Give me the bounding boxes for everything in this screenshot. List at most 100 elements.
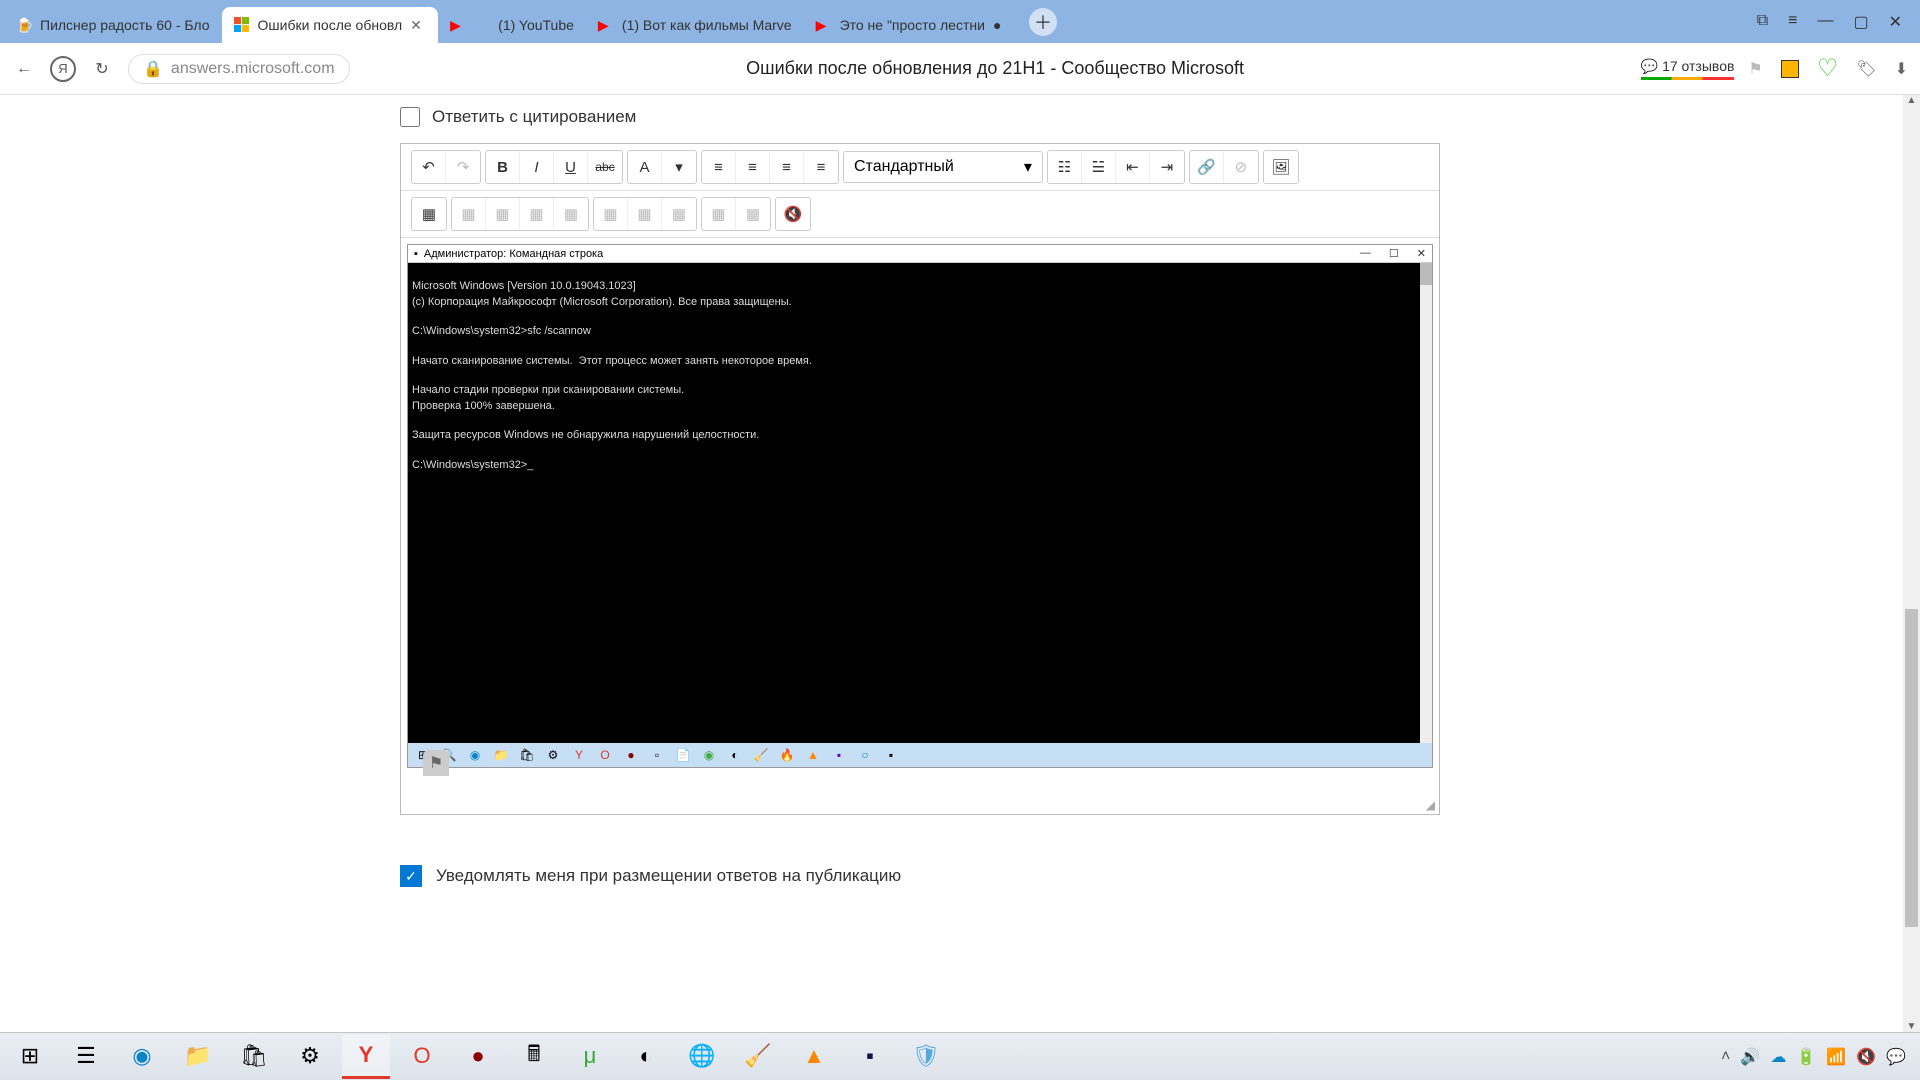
dark-app[interactable]: ▪ [846,1035,894,1079]
tab-2[interactable]: ▶ [438,7,486,43]
youtube-icon: ▶ [598,17,614,33]
strikethrough-button[interactable]: abc [588,151,622,183]
table-op-7-button[interactable]: ▦ [662,198,696,230]
task-view-button[interactable]: ☰ [62,1035,110,1079]
settings-app[interactable]: ⚙ [286,1035,334,1079]
editor-resize-handle[interactable]: ◢ [401,798,1439,814]
tab-5[interactable]: ▶ Это не "просто лестни ● [804,7,1021,43]
table-op-3-button[interactable]: ▦ [520,198,554,230]
store-app[interactable]: 🛍 [230,1035,278,1079]
link-button[interactable]: 🔗 [1190,151,1224,183]
back-button[interactable]: ← [12,57,36,81]
start-button[interactable]: ⊞ [6,1035,54,1079]
scrollbar-thumb[interactable] [1905,609,1918,927]
unlink-button[interactable]: ⊘ [1224,151,1258,183]
battery-icon[interactable]: 🔋 [1796,1047,1816,1067]
shield-app[interactable]: 🛡 [902,1035,950,1079]
cmd-scrollbar [1420,263,1432,743]
new-tab-button[interactable]: ＋ [1029,8,1057,36]
explorer-app[interactable]: 📁 [174,1035,222,1079]
unordered-list-button[interactable]: ☱ [1082,151,1116,183]
paragraph-style-select[interactable]: Стандартный [843,151,1043,183]
yandex-browser-app[interactable]: Y [342,1035,390,1079]
table-op-9-button[interactable]: ▦ [736,198,770,230]
clock-app[interactable]: ◐ [622,1035,670,1079]
indent-button[interactable]: ⇥ [1150,151,1184,183]
notify-checkbox[interactable]: ✓ [400,865,422,887]
underline-button[interactable]: U [554,151,588,183]
feedback-counter[interactable]: 💬 17 отзывов [1641,58,1735,80]
volume-muted-icon[interactable]: 🔇 [1856,1047,1876,1067]
volume-icon[interactable]: 🔊 [1740,1047,1760,1067]
bold-button[interactable]: B [486,151,520,183]
copy-icon[interactable]: ⧉ [1757,12,1768,32]
fire-icon: 🔥 [778,746,796,764]
undo-button[interactable]: ↶ [412,151,446,183]
extension-icon[interactable]: 🏷 [1856,59,1876,79]
font-color-button[interactable]: A [628,151,662,183]
page-scrollbar[interactable]: ▲ ▼ [1903,95,1920,1032]
scroll-down-arrow[interactable]: ▼ [1903,1021,1920,1032]
insert-table-button[interactable]: ▦ [412,198,446,230]
table-op-6-button[interactable]: ▦ [628,198,662,230]
cleanup-app[interactable]: 🧹 [734,1035,782,1079]
table-op-2-button[interactable]: ▦ [486,198,520,230]
bookmark-icon[interactable]: ⚑ [1748,59,1762,79]
cmd-titlebar: ▪ Администратор: Командная строка — ☐ ✕ [408,245,1432,263]
page-viewport: Ответить с цитированием ↶ ↷ B I U abc A … [0,95,1920,1032]
align-center-button[interactable]: ≡ [736,151,770,183]
table-op-5-button[interactable]: ▦ [594,198,628,230]
reload-button[interactable]: ↻ [90,57,114,81]
mute-button[interactable]: 🔇 [776,198,810,230]
table-op-1-button[interactable]: ▦ [452,198,486,230]
tab-4[interactable]: ▶ (1) Вот как фильмы Marve [586,7,804,43]
yandex-icon[interactable]: Я [50,56,76,82]
table-op-8-button[interactable]: ▦ [702,198,736,230]
close-icon[interactable]: ✕ [410,17,426,33]
align-left-button[interactable]: ≡ [702,151,736,183]
minimize-icon[interactable]: — [1817,12,1833,32]
ordered-list-button[interactable]: ☷ [1048,151,1082,183]
tab-title: Это не "просто лестни [840,17,985,33]
page-title: Ошибки после обновления до 21H1 - Сообще… [364,58,1627,79]
globe-app[interactable]: 🌐 [678,1035,726,1079]
opera-app[interactable]: O [398,1035,446,1079]
calculator-app[interactable]: 🖩 [510,1035,558,1079]
align-justify-button[interactable]: ≡ [804,151,838,183]
red-circle-icon: ● [622,746,640,764]
red-app[interactable]: ● [454,1035,502,1079]
menu-icon[interactable]: ≡ [1788,12,1797,32]
lock-icon: 🔒 [143,59,163,79]
downloads-icon[interactable]: ⬇ [1895,59,1908,79]
extension-yellow-icon[interactable] [1781,60,1799,78]
tab-1[interactable]: Ошибки после обновл ✕ [222,7,439,43]
edge-app[interactable]: ◉ [118,1035,166,1079]
shield-icon[interactable]: ♡ [1817,54,1839,83]
yandex-icon: Y [570,746,588,764]
wifi-icon[interactable]: 📶 [1826,1047,1846,1067]
outdent-button[interactable]: ⇤ [1116,151,1150,183]
image-button[interactable]: 🖼 [1264,151,1298,183]
font-color-dropdown[interactable]: ▾ [662,151,696,183]
quote-checkbox[interactable] [400,107,420,127]
vlc-app[interactable]: ▲ [790,1035,838,1079]
tab-title: Ошибки после обновл [258,17,403,33]
utorrent-app[interactable]: μ [566,1035,614,1079]
style-select-label: Стандартный [854,158,954,176]
italic-button[interactable]: I [520,151,554,183]
onedrive-icon[interactable]: ☁ [1770,1047,1786,1067]
tab-0[interactable]: 🍺 Пилснер радость 60 - Бло [4,7,222,43]
editor-content-area[interactable]: ▪ Администратор: Командная строка — ☐ ✕ … [401,238,1439,798]
scroll-up-arrow[interactable]: ▲ [1903,95,1920,106]
tab-3[interactable]: (1) YouTube [486,7,586,43]
redo-button[interactable]: ↷ [446,151,480,183]
align-right-button[interactable]: ≡ [770,151,804,183]
url-field[interactable]: 🔒 answers.microsoft.com [128,54,350,84]
store-icon: 🛍 [518,746,536,764]
maximize-icon[interactable]: ▢ [1853,12,1868,32]
table-op-4-button[interactable]: ▦ [554,198,588,230]
beer-icon: 🍺 [16,17,32,33]
close-window-icon[interactable]: ✕ [1889,12,1902,32]
tray-up-icon[interactable]: ˄ [1721,1048,1730,1066]
notifications-icon[interactable]: 💬 [1886,1047,1906,1067]
